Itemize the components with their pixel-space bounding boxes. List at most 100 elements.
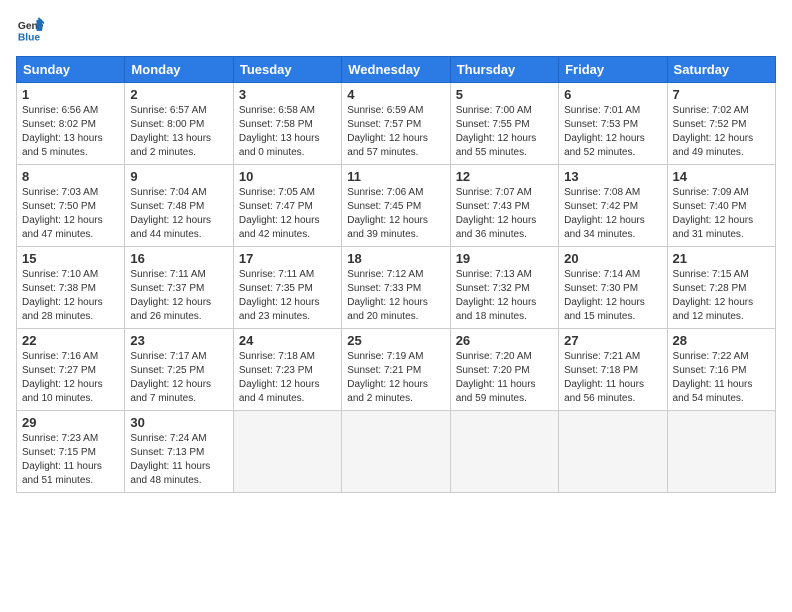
day-info: Sunrise: 7:07 AMSunset: 7:43 PMDaylight:… [456,187,537,240]
day-info: Sunrise: 6:56 AMSunset: 8:02 PMDaylight:… [22,105,103,158]
logo: General Blue [16,16,48,44]
calendar-cell: 13 Sunrise: 7:08 AMSunset: 7:42 PMDaylig… [559,165,667,247]
day-info: Sunrise: 7:12 AMSunset: 7:33 PMDaylight:… [347,269,428,322]
day-number: 6 [564,87,661,102]
calendar-cell: 22 Sunrise: 7:16 AMSunset: 7:27 PMDaylig… [17,329,125,411]
day-info: Sunrise: 7:22 AMSunset: 7:16 PMDaylight:… [673,351,753,404]
day-number: 27 [564,333,661,348]
calendar-cell: 1 Sunrise: 6:56 AMSunset: 8:02 PMDayligh… [17,83,125,165]
calendar-cell [559,411,667,493]
day-number: 14 [673,169,770,184]
calendar-cell: 24 Sunrise: 7:18 AMSunset: 7:23 PMDaylig… [233,329,341,411]
calendar-cell [233,411,341,493]
day-info: Sunrise: 6:59 AMSunset: 7:57 PMDaylight:… [347,105,428,158]
day-info: Sunrise: 7:19 AMSunset: 7:21 PMDaylight:… [347,351,428,404]
day-number: 3 [239,87,336,102]
calendar-cell: 23 Sunrise: 7:17 AMSunset: 7:25 PMDaylig… [125,329,233,411]
calendar-cell: 7 Sunrise: 7:02 AMSunset: 7:52 PMDayligh… [667,83,775,165]
logo-icon: General Blue [16,16,44,44]
day-info: Sunrise: 7:11 AMSunset: 7:35 PMDaylight:… [239,269,320,322]
day-number: 11 [347,169,444,184]
calendar-week-row: 15 Sunrise: 7:10 AMSunset: 7:38 PMDaylig… [17,247,776,329]
weekday-header: Monday [125,57,233,83]
weekday-header: Sunday [17,57,125,83]
day-number: 26 [456,333,553,348]
day-number: 23 [130,333,227,348]
day-number: 19 [456,251,553,266]
day-number: 16 [130,251,227,266]
calendar-cell: 12 Sunrise: 7:07 AMSunset: 7:43 PMDaylig… [450,165,558,247]
day-info: Sunrise: 7:02 AMSunset: 7:52 PMDaylight:… [673,105,754,158]
day-number: 24 [239,333,336,348]
day-info: Sunrise: 7:18 AMSunset: 7:23 PMDaylight:… [239,351,320,404]
day-info: Sunrise: 7:13 AMSunset: 7:32 PMDaylight:… [456,269,537,322]
calendar-cell: 9 Sunrise: 7:04 AMSunset: 7:48 PMDayligh… [125,165,233,247]
day-number: 13 [564,169,661,184]
calendar-cell: 26 Sunrise: 7:20 AMSunset: 7:20 PMDaylig… [450,329,558,411]
calendar-cell: 20 Sunrise: 7:14 AMSunset: 7:30 PMDaylig… [559,247,667,329]
calendar-cell: 14 Sunrise: 7:09 AMSunset: 7:40 PMDaylig… [667,165,775,247]
calendar-cell: 30 Sunrise: 7:24 AMSunset: 7:13 PMDaylig… [125,411,233,493]
calendar-cell: 25 Sunrise: 7:19 AMSunset: 7:21 PMDaylig… [342,329,450,411]
day-info: Sunrise: 6:57 AMSunset: 8:00 PMDaylight:… [130,105,211,158]
calendar-cell: 15 Sunrise: 7:10 AMSunset: 7:38 PMDaylig… [17,247,125,329]
day-number: 17 [239,251,336,266]
day-info: Sunrise: 7:17 AMSunset: 7:25 PMDaylight:… [130,351,211,404]
weekday-header: Tuesday [233,57,341,83]
calendar-week-row: 8 Sunrise: 7:03 AMSunset: 7:50 PMDayligh… [17,165,776,247]
calendar-cell [342,411,450,493]
day-number: 30 [130,415,227,430]
calendar-cell: 19 Sunrise: 7:13 AMSunset: 7:32 PMDaylig… [450,247,558,329]
calendar-cell: 29 Sunrise: 7:23 AMSunset: 7:15 PMDaylig… [17,411,125,493]
calendar-cell: 10 Sunrise: 7:05 AMSunset: 7:47 PMDaylig… [233,165,341,247]
day-info: Sunrise: 7:08 AMSunset: 7:42 PMDaylight:… [564,187,645,240]
day-number: 2 [130,87,227,102]
calendar-cell: 18 Sunrise: 7:12 AMSunset: 7:33 PMDaylig… [342,247,450,329]
calendar-week-row: 22 Sunrise: 7:16 AMSunset: 7:27 PMDaylig… [17,329,776,411]
day-number: 28 [673,333,770,348]
calendar-cell: 28 Sunrise: 7:22 AMSunset: 7:16 PMDaylig… [667,329,775,411]
calendar-cell: 4 Sunrise: 6:59 AMSunset: 7:57 PMDayligh… [342,83,450,165]
calendar-cell: 16 Sunrise: 7:11 AMSunset: 7:37 PMDaylig… [125,247,233,329]
calendar-table: SundayMondayTuesdayWednesdayThursdayFrid… [16,56,776,493]
day-info: Sunrise: 7:15 AMSunset: 7:28 PMDaylight:… [673,269,754,322]
day-info: Sunrise: 7:06 AMSunset: 7:45 PMDaylight:… [347,187,428,240]
calendar-header-row: SundayMondayTuesdayWednesdayThursdayFrid… [17,57,776,83]
calendar-cell [667,411,775,493]
day-number: 8 [22,169,119,184]
calendar-week-row: 29 Sunrise: 7:23 AMSunset: 7:15 PMDaylig… [17,411,776,493]
calendar-cell: 11 Sunrise: 7:06 AMSunset: 7:45 PMDaylig… [342,165,450,247]
day-number: 29 [22,415,119,430]
day-info: Sunrise: 7:21 AMSunset: 7:18 PMDaylight:… [564,351,644,404]
weekday-header: Saturday [667,57,775,83]
day-info: Sunrise: 7:01 AMSunset: 7:53 PMDaylight:… [564,105,645,158]
day-info: Sunrise: 7:24 AMSunset: 7:13 PMDaylight:… [130,433,210,486]
calendar-cell: 17 Sunrise: 7:11 AMSunset: 7:35 PMDaylig… [233,247,341,329]
day-number: 25 [347,333,444,348]
day-number: 4 [347,87,444,102]
day-info: Sunrise: 6:58 AMSunset: 7:58 PMDaylight:… [239,105,320,158]
day-number: 10 [239,169,336,184]
day-info: Sunrise: 7:00 AMSunset: 7:55 PMDaylight:… [456,105,537,158]
weekday-header: Wednesday [342,57,450,83]
day-info: Sunrise: 7:23 AMSunset: 7:15 PMDaylight:… [22,433,102,486]
day-number: 1 [22,87,119,102]
weekday-header: Thursday [450,57,558,83]
calendar-week-row: 1 Sunrise: 6:56 AMSunset: 8:02 PMDayligh… [17,83,776,165]
day-info: Sunrise: 7:03 AMSunset: 7:50 PMDaylight:… [22,187,103,240]
calendar-cell: 2 Sunrise: 6:57 AMSunset: 8:00 PMDayligh… [125,83,233,165]
day-info: Sunrise: 7:14 AMSunset: 7:30 PMDaylight:… [564,269,645,322]
day-number: 21 [673,251,770,266]
calendar-cell: 8 Sunrise: 7:03 AMSunset: 7:50 PMDayligh… [17,165,125,247]
day-number: 12 [456,169,553,184]
day-info: Sunrise: 7:04 AMSunset: 7:48 PMDaylight:… [130,187,211,240]
day-number: 18 [347,251,444,266]
day-info: Sunrise: 7:20 AMSunset: 7:20 PMDaylight:… [456,351,536,404]
day-number: 9 [130,169,227,184]
day-number: 20 [564,251,661,266]
day-number: 22 [22,333,119,348]
calendar-cell: 21 Sunrise: 7:15 AMSunset: 7:28 PMDaylig… [667,247,775,329]
calendar-cell: 6 Sunrise: 7:01 AMSunset: 7:53 PMDayligh… [559,83,667,165]
calendar-cell: 27 Sunrise: 7:21 AMSunset: 7:18 PMDaylig… [559,329,667,411]
day-number: 15 [22,251,119,266]
